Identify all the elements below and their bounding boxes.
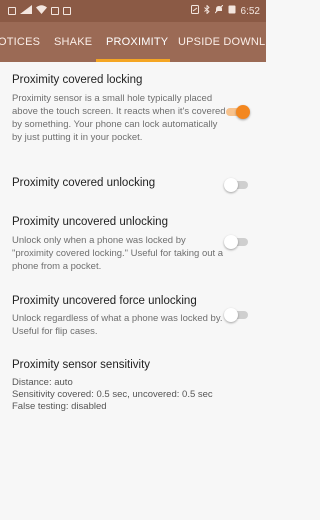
tab-shake[interactable]: SHAKE [54, 22, 92, 62]
sensitivity-distance: Distance: auto [12, 377, 73, 388]
covered-unlocking-toggle[interactable] [224, 178, 250, 192]
battery-icon [228, 5, 236, 17]
clock-time: 6:52 [240, 5, 260, 17]
tab-bar: OTICES SHAKE PROXIMITY UPSIDE DOWN L [0, 22, 266, 62]
setting-title: Proximity uncovered unlocking [12, 216, 168, 228]
sim-icon [8, 7, 16, 15]
setting-covered-unlocking[interactable]: Proximity covered unlocking [0, 164, 266, 204]
wifi-icon [36, 5, 47, 17]
setting-summary: Proximity sensor is a small hole typical… [12, 93, 226, 143]
sensitivity-false-testing: False testing: disabled [12, 401, 107, 412]
sensitivity-timing: Sensitivity covered: 0.5 sec, uncovered:… [12, 389, 213, 400]
setting-title: Proximity uncovered force unlocking [12, 295, 197, 307]
status-right-icons: 6:52 [190, 4, 260, 17]
covered-locking-toggle[interactable] [224, 105, 250, 119]
uncovered-unlocking-toggle[interactable] [224, 235, 250, 249]
mute-icon [214, 4, 223, 17]
tab-overflow[interactable]: L [259, 22, 265, 62]
setting-uncovered-unlocking[interactable]: Proximity uncovered unlocking Unlock onl… [0, 204, 266, 282]
setting-title: Proximity sensor sensitivity [12, 359, 151, 371]
tab-proximity[interactable]: PROXIMITY [106, 22, 168, 62]
setting-summary: Unlock only when a phone was locked by "… [12, 235, 224, 272]
notification-icon [63, 7, 71, 15]
signal-icon [20, 5, 32, 17]
setting-summary: Unlock regardless of what a phone was lo… [12, 313, 223, 337]
setting-uncovered-force-unlocking[interactable]: Proximity uncovered force unlocking Unlo… [0, 284, 266, 354]
status-bar: 6:52 [0, 0, 266, 22]
uncovered-force-unlocking-toggle[interactable] [224, 308, 250, 322]
nfc-icon [190, 5, 199, 17]
tab-upside-down[interactable]: UPSIDE DOWN [178, 22, 259, 62]
status-left-icons [8, 5, 71, 17]
image-icon [51, 7, 59, 15]
bluetooth-icon [203, 4, 210, 17]
setting-sensor-sensitivity[interactable]: Proximity sensor sensitivity Distance: a… [0, 354, 266, 418]
setting-title: Proximity covered locking [12, 74, 143, 86]
tab-notices[interactable]: OTICES [0, 22, 40, 62]
setting-title: Proximity covered unlocking [12, 177, 156, 189]
setting-covered-locking[interactable]: Proximity covered locking Proximity sens… [0, 62, 266, 162]
